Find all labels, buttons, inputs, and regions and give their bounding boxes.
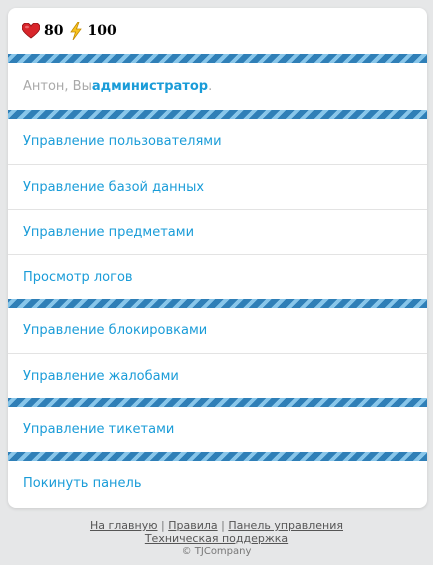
- user-role[interactable]: администратор: [92, 79, 208, 94]
- menu-item-manage-bans[interactable]: Управление блокировками: [8, 308, 427, 353]
- menu-item-manage-complaints[interactable]: Управление жалобами: [8, 353, 427, 398]
- footer-link-control-panel[interactable]: Панель управления: [228, 519, 343, 532]
- footer-separator: |: [221, 519, 225, 532]
- stripe-divider: [8, 110, 427, 119]
- stripe-divider: [8, 299, 427, 308]
- stripe-divider: [8, 54, 427, 63]
- heart-icon: [22, 23, 40, 39]
- footer-separator: |: [161, 519, 165, 532]
- energy-value: 100: [87, 23, 117, 39]
- stats-bar: 80 100: [8, 8, 427, 54]
- footer-links: На главную | Правила | Панель управления: [0, 519, 433, 532]
- stripe-divider: [8, 452, 427, 461]
- welcome-prefix: Антон, Вы: [23, 79, 92, 94]
- menu-item-view-logs[interactable]: Просмотр логов: [8, 254, 427, 299]
- footer-link-rules[interactable]: Правила: [168, 519, 217, 532]
- admin-panel-card: 80 100 Антон, Вы администратор. Управлен…: [8, 8, 427, 508]
- copyright: © TJCompany: [181, 546, 252, 557]
- footer-link-home[interactable]: На главную: [90, 519, 158, 532]
- footer-link-support[interactable]: Техническая поддержка: [145, 532, 288, 545]
- welcome-message: Антон, Вы администратор.: [8, 63, 427, 110]
- menu-item-manage-tickets[interactable]: Управление тикетами: [8, 407, 427, 452]
- menu-item-manage-database[interactable]: Управление базой данных: [8, 164, 427, 209]
- menu-item-leave-panel[interactable]: Покинуть панель: [8, 461, 427, 506]
- health-value: 80: [44, 23, 64, 39]
- footer: На главную | Правила | Панель управления…: [0, 519, 433, 558]
- menu-item-manage-items[interactable]: Управление предметами: [8, 209, 427, 254]
- stripe-divider: [8, 398, 427, 407]
- lightning-icon: [70, 22, 83, 40]
- welcome-suffix: .: [208, 79, 213, 94]
- menu-item-manage-users[interactable]: Управление пользователями: [8, 119, 427, 164]
